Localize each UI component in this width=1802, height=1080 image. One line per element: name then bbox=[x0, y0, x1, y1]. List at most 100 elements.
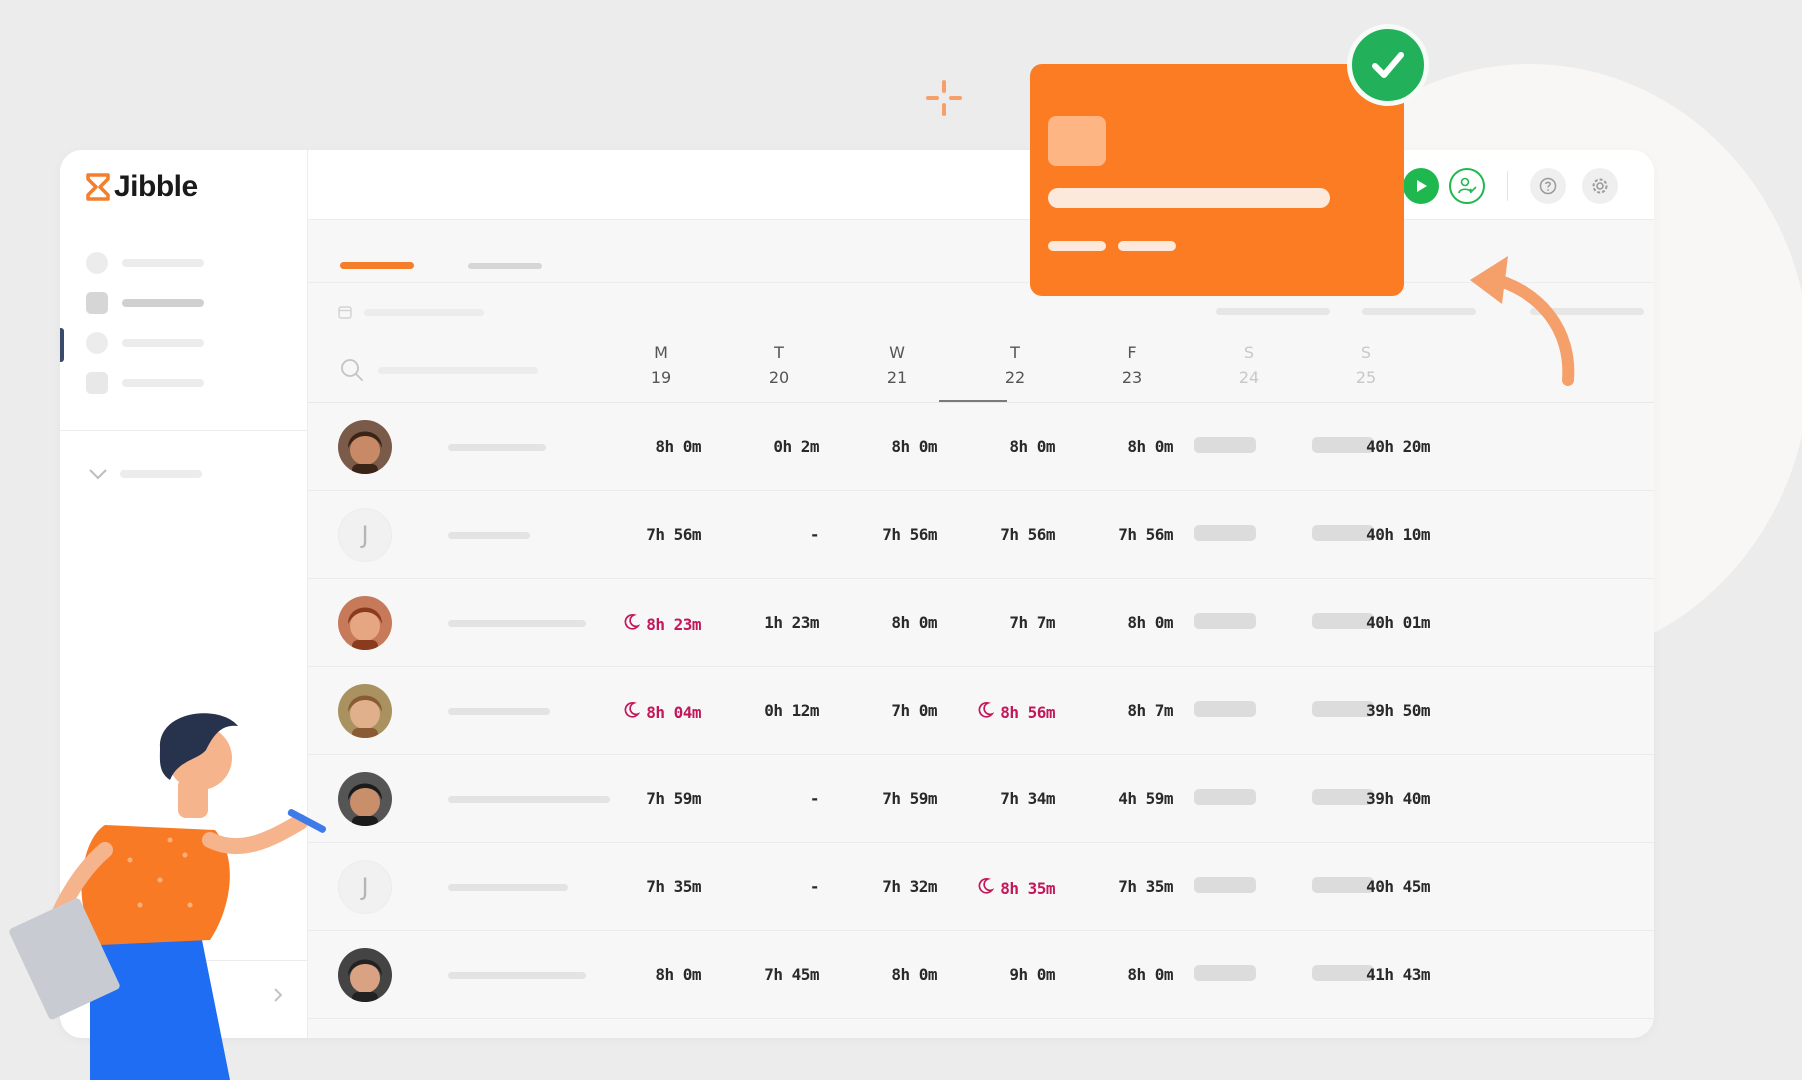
time-value: 9h 0m bbox=[1009, 965, 1055, 984]
time-cell[interactable]: 7h 35m bbox=[1053, 877, 1173, 896]
time-value: 0h 2m bbox=[773, 437, 819, 456]
filter-placeholder-1[interactable] bbox=[1216, 308, 1330, 315]
time-cell[interactable]: 8h 35m bbox=[935, 877, 1055, 899]
time-cell[interactable]: - bbox=[699, 789, 820, 808]
time-cell[interactable]: 8h 04m bbox=[581, 701, 701, 723]
help-icon bbox=[1539, 177, 1557, 195]
time-cell[interactable]: 7h 56m bbox=[1053, 525, 1173, 544]
table-row[interactable]: J 7h 56m -7h 56m 7h 56m 7h 56m 40h 10m bbox=[308, 491, 1654, 579]
user-check-icon bbox=[1458, 177, 1477, 194]
member-name-placeholder[interactable] bbox=[448, 532, 530, 539]
time-value: 8h 0m bbox=[1127, 613, 1173, 632]
table-row[interactable]: 7h 59m -7h 59m 7h 34m 4h 59m 39h 40m bbox=[308, 755, 1654, 843]
time-cell[interactable]: 4h 59m bbox=[1053, 789, 1173, 808]
avatar[interactable] bbox=[338, 420, 392, 474]
table-row[interactable]: J 7h 35m -7h 32m 8h 35m 7h 35m 40h 45m bbox=[308, 843, 1654, 931]
time-cell[interactable]: 8h 0m bbox=[935, 437, 1055, 456]
sidebar-item-1[interactable] bbox=[86, 252, 204, 274]
hourglass-icon bbox=[86, 173, 110, 201]
tab-active[interactable] bbox=[340, 262, 414, 269]
sidebar-item-4[interactable] bbox=[86, 372, 204, 394]
time-cell[interactable]: 8h 0m bbox=[1053, 965, 1173, 984]
sidebar-item-3[interactable] bbox=[86, 332, 204, 354]
help-button[interactable] bbox=[1530, 168, 1566, 204]
time-cell[interactable]: 8h 0m bbox=[817, 437, 937, 456]
time-cell[interactable]: 8h 0m bbox=[817, 965, 937, 984]
time-cell[interactable]: 7h 45m bbox=[699, 965, 819, 984]
day-header-0: M 19 bbox=[621, 340, 701, 390]
day-date: 21 bbox=[886, 368, 908, 387]
time-cell[interactable]: 8h 0m bbox=[581, 965, 701, 984]
table-row[interactable]: 8h 23m 1h 23m 8h 0m 7h 7m 8h 0m 40h 01m bbox=[308, 579, 1654, 667]
time-cell[interactable]: 8h 23m bbox=[581, 613, 701, 635]
weekend-cell-placeholder bbox=[1194, 789, 1256, 805]
member-name-placeholder[interactable] bbox=[448, 884, 568, 891]
row-total: 40h 10m bbox=[1366, 525, 1430, 544]
weekend-cell-placeholder bbox=[1194, 965, 1256, 981]
filter-placeholder-2[interactable] bbox=[1362, 308, 1476, 315]
time-value: 4h 59m bbox=[1118, 789, 1173, 808]
time-cell[interactable]: 8h 0m bbox=[581, 437, 701, 456]
user-status-button[interactable] bbox=[1449, 168, 1485, 204]
member-name-placeholder[interactable] bbox=[448, 972, 586, 979]
time-cell[interactable]: 8h 0m bbox=[1053, 613, 1173, 632]
sparkle-icon bbox=[926, 80, 962, 116]
nav-icon bbox=[86, 332, 108, 354]
date-range-placeholder[interactable] bbox=[364, 309, 484, 316]
time-cell[interactable]: 0h 2m bbox=[699, 437, 819, 456]
moon-icon bbox=[976, 877, 995, 899]
search-icon[interactable] bbox=[340, 358, 364, 382]
time-cell[interactable]: 7h 56m bbox=[935, 525, 1055, 544]
avatar[interactable]: J bbox=[338, 508, 392, 562]
time-cell[interactable]: 7h 0m bbox=[817, 701, 937, 720]
sidebar-group-toggle[interactable] bbox=[88, 468, 202, 480]
time-cell[interactable]: 7h 7m bbox=[935, 613, 1055, 632]
table-row[interactable]: 8h 0m 7h 45m 8h 0m 9h 0m 8h 0m 41h 43m bbox=[308, 931, 1654, 1019]
time-value: 7h 32m bbox=[882, 877, 937, 896]
time-cell[interactable]: - bbox=[699, 877, 820, 896]
time-value: 8h 23m bbox=[646, 614, 701, 634]
sidebar-item-2[interactable] bbox=[86, 292, 204, 314]
time-value: 8h 0m bbox=[655, 965, 701, 984]
time-cell[interactable]: 8h 56m bbox=[935, 701, 1055, 723]
tab-inactive[interactable] bbox=[468, 263, 542, 269]
time-cell[interactable]: 1h 23m bbox=[699, 613, 819, 632]
avatar[interactable] bbox=[338, 948, 392, 1002]
avatar[interactable] bbox=[338, 772, 392, 826]
calendar-icon[interactable] bbox=[338, 305, 352, 319]
nav-icon bbox=[86, 292, 108, 314]
time-cell[interactable]: - bbox=[699, 525, 820, 544]
clock-in-button[interactable] bbox=[1403, 168, 1439, 204]
time-cell[interactable]: 7h 56m bbox=[817, 525, 937, 544]
time-cell[interactable]: 7h 32m bbox=[817, 877, 937, 896]
day-of-week: W bbox=[889, 343, 905, 362]
day-header-1: T 20 bbox=[739, 340, 819, 390]
member-name-placeholder[interactable] bbox=[448, 620, 586, 627]
avatar[interactable] bbox=[338, 596, 392, 650]
day-of-week: S bbox=[1360, 343, 1372, 362]
time-cell[interactable]: 9h 0m bbox=[935, 965, 1055, 984]
time-value: 7h 7m bbox=[1009, 613, 1055, 632]
avatar[interactable] bbox=[338, 684, 392, 738]
time-cell[interactable]: 8h 7m bbox=[1053, 701, 1173, 720]
settings-button[interactable] bbox=[1582, 168, 1618, 204]
table-row[interactable]: 8h 0m 0h 2m 8h 0m 8h 0m 8h 0m 40h 20m bbox=[308, 403, 1654, 491]
brand-logo[interactable]: Jibble bbox=[86, 170, 198, 204]
time-cell[interactable]: 8h 0m bbox=[1053, 437, 1173, 456]
member-name-placeholder[interactable] bbox=[448, 444, 546, 451]
time-cell[interactable]: 7h 59m bbox=[581, 789, 701, 808]
nav-label-placeholder bbox=[122, 379, 204, 387]
member-name-placeholder[interactable] bbox=[448, 708, 550, 715]
avatar[interactable]: J bbox=[338, 860, 392, 914]
time-cell[interactable]: 8h 0m bbox=[817, 613, 937, 632]
time-cell[interactable]: 7h 59m bbox=[817, 789, 937, 808]
time-cell[interactable]: 0h 12m bbox=[699, 701, 819, 720]
table-row[interactable]: 8h 04m 0h 12m 7h 0m 8h 56m 8h 7m 39h 50m bbox=[308, 667, 1654, 755]
time-cell[interactable]: 7h 34m bbox=[935, 789, 1055, 808]
toolbar-divider bbox=[1507, 171, 1508, 201]
row-total: 40h 45m bbox=[1366, 877, 1430, 896]
time-cell[interactable]: 7h 35m bbox=[581, 877, 701, 896]
time-value: 7h 59m bbox=[882, 789, 937, 808]
search-input[interactable] bbox=[378, 367, 538, 374]
time-cell[interactable]: 7h 56m bbox=[581, 525, 701, 544]
